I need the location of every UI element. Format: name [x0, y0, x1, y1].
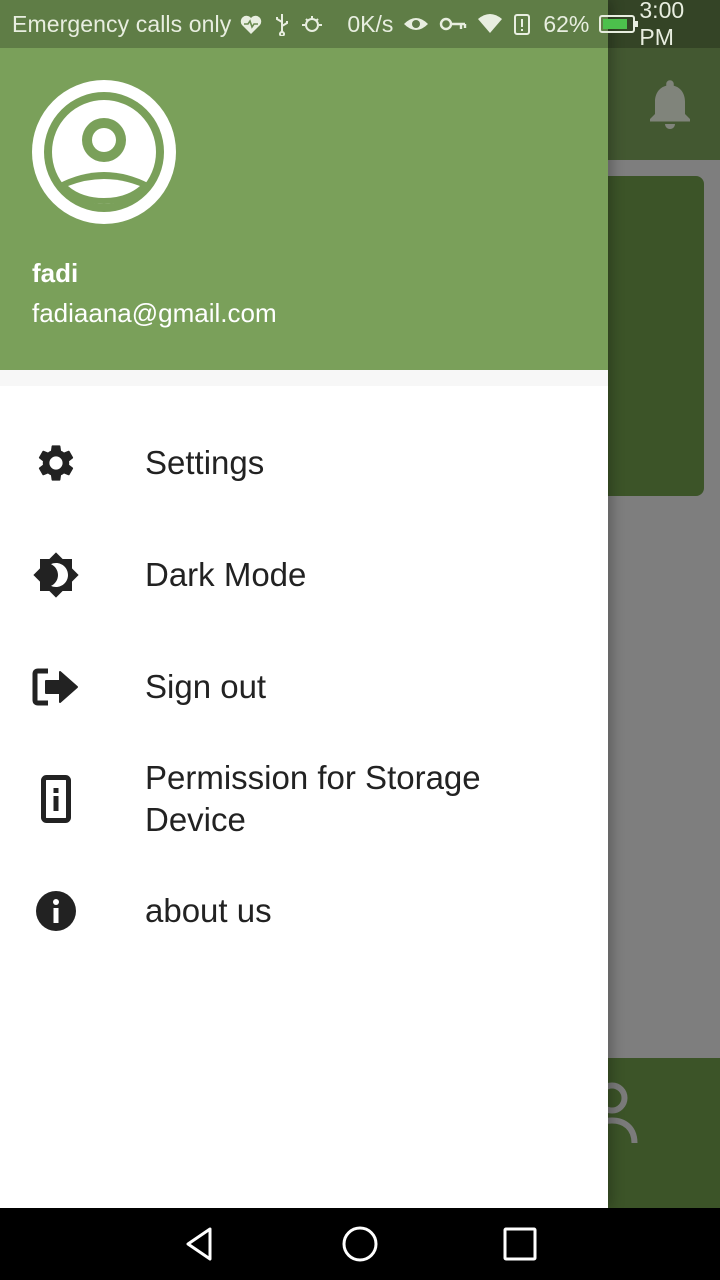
- heartbeat-icon: [239, 13, 263, 35]
- user-name: fadi: [32, 258, 79, 288]
- menu-label-settings: Settings: [145, 444, 265, 481]
- brightness-icon: [32, 551, 80, 599]
- menu-label-permission-storage: Permission for Storage Device: [145, 759, 481, 838]
- system-nav-bar: [0, 1208, 720, 1280]
- battery-alert-icon: [513, 12, 531, 36]
- menu-label-about-us: about us: [145, 892, 272, 929]
- drawer-header: fadi fadiaana@gmail.com: [0, 0, 608, 370]
- user-email: fadiaana@gmail.com: [32, 298, 277, 328]
- account-circle-icon[interactable]: [32, 80, 176, 224]
- battery-percent: 62%: [543, 10, 590, 37]
- menu-item-permission-storage[interactable]: Permission for Storage Device: [0, 757, 608, 841]
- menu-item-about-us[interactable]: about us: [0, 881, 608, 941]
- header-divider: [0, 370, 608, 386]
- status-bar: Emergency calls only 0K/s 62% 3:00 PM: [0, 0, 720, 50]
- home-button[interactable]: [340, 1224, 380, 1264]
- battery-icon: [599, 14, 639, 34]
- gear-icon: [32, 439, 80, 487]
- network-speed: 0K/s: [347, 10, 394, 37]
- sign-out-icon: [32, 663, 80, 711]
- menu-item-sign-out[interactable]: Sign out: [0, 657, 608, 717]
- usb-icon: [273, 12, 291, 36]
- menu-label-sign-out: Sign out: [145, 668, 267, 705]
- menu-item-settings[interactable]: Settings: [0, 433, 608, 493]
- menu-label-dark-mode: Dark Mode: [145, 556, 307, 593]
- info-icon: [32, 887, 80, 935]
- eye-icon: [403, 14, 429, 34]
- debug-icon: [301, 13, 323, 35]
- clock: 3:00 PM: [639, 0, 685, 50]
- carrier-text: Emergency calls only: [12, 10, 232, 37]
- key-icon: [439, 15, 467, 33]
- navigation-drawer: fadi fadiaana@gmail.com Settings Dark Mo…: [0, 0, 608, 1208]
- menu-item-dark-mode[interactable]: Dark Mode: [0, 545, 608, 605]
- wifi-icon: [477, 13, 503, 35]
- storage-device-icon: [32, 775, 80, 823]
- back-button[interactable]: [180, 1224, 220, 1264]
- recents-button[interactable]: [500, 1224, 540, 1264]
